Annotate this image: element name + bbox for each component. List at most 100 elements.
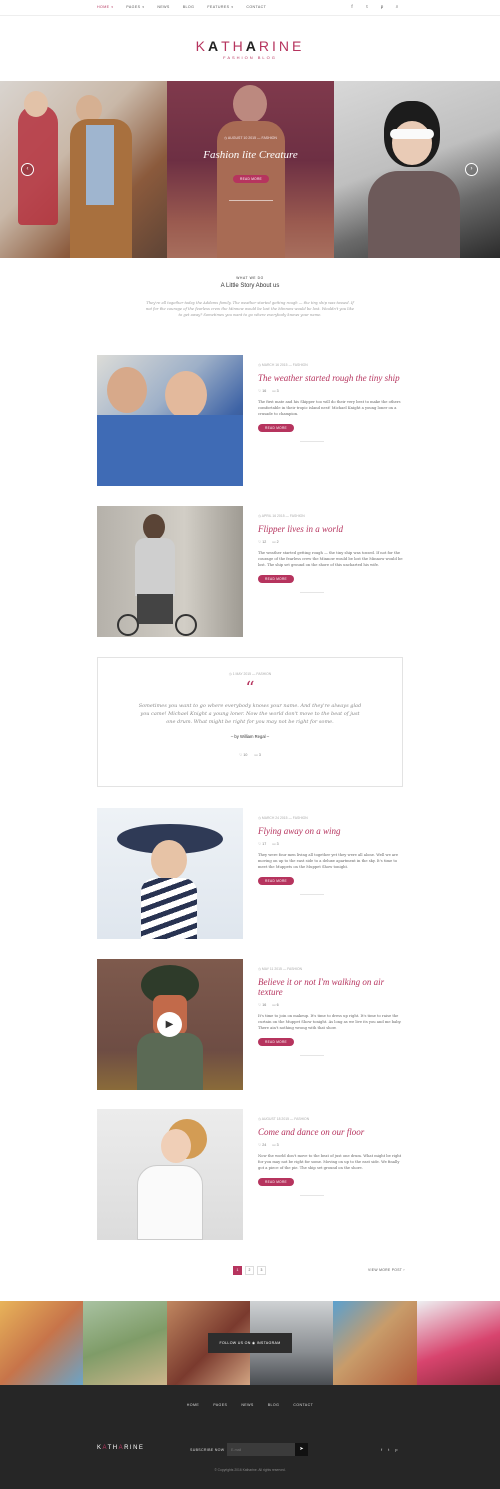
pagination: 1 2 3 bbox=[233, 1266, 266, 1275]
view-more-link[interactable]: VIEW MORE POST › bbox=[368, 1268, 405, 1272]
comments-count: 3 bbox=[276, 1143, 279, 1147]
footer-nav-home[interactable]: HOME bbox=[187, 1403, 199, 1407]
hero-title[interactable]: Fashion lite Creature bbox=[167, 149, 334, 161]
post-image[interactable]: ▶ bbox=[97, 959, 243, 1090]
heart-icon[interactable]: ♡ 16 bbox=[258, 389, 266, 393]
facebook-icon[interactable]: f bbox=[349, 4, 355, 10]
page-button[interactable]: 3 bbox=[257, 1266, 266, 1275]
logo-letter: TH bbox=[221, 38, 246, 54]
post-title[interactable]: The weather started rough the tiny ship bbox=[258, 373, 403, 383]
play-icon[interactable]: ▶ bbox=[157, 1012, 182, 1037]
quote-text: Sometimes you want to go where everybody… bbox=[138, 703, 362, 725]
footer-nav-contact[interactable]: CONTACT bbox=[293, 1403, 313, 1407]
figure-shape bbox=[175, 614, 197, 636]
post-image[interactable] bbox=[97, 355, 243, 486]
heart-icon[interactable]: ♡ 24 bbox=[258, 1143, 266, 1147]
post-divider bbox=[300, 441, 324, 442]
hero-read-more-button[interactable]: READ MORE bbox=[233, 175, 269, 183]
post-title[interactable]: Flipper lives in a world bbox=[258, 524, 403, 534]
post-image[interactable] bbox=[97, 1109, 243, 1240]
instagram-follow-button[interactable]: FOLLOW US ON ◉ INSTAGRAM bbox=[208, 1333, 292, 1353]
hero-slider: ‹ ◷ AUGUST 10 2015 — FASHION Fashion lit… bbox=[0, 81, 500, 258]
instagram-photo[interactable] bbox=[83, 1301, 167, 1385]
pinterest-icon[interactable]: p bbox=[395, 1447, 397, 1452]
post-image[interactable] bbox=[97, 506, 243, 637]
heart-icon[interactable]: ♡ 10 bbox=[239, 753, 247, 757]
read-more-button[interactable]: READ MORE bbox=[258, 424, 294, 432]
post-meta: ◷ APRIL 16 2015 — FASHION bbox=[258, 514, 305, 518]
nav-item-contact[interactable]: CONTACT bbox=[246, 5, 266, 9]
hero-image-woman[interactable]: › bbox=[334, 81, 500, 258]
post-stats: ♡ 16 ▭ 6 bbox=[258, 1003, 403, 1007]
facebook-icon[interactable]: f bbox=[381, 1447, 382, 1452]
hero-overlay bbox=[167, 81, 334, 258]
top-nav: HOME ▾ PAGES ▾ NEWS BLOG FEATURES ▾ CONTACT… bbox=[0, 0, 500, 16]
logo-letter: A bbox=[245, 38, 259, 54]
nav-item-pages[interactable]: PAGES ▾ bbox=[126, 5, 144, 9]
search-icon[interactable]: ⌕ bbox=[394, 4, 400, 10]
main-menu: HOME ▾ PAGES ▾ NEWS BLOG FEATURES ▾ CONTACT bbox=[97, 5, 279, 9]
post-title[interactable]: Flying away on a wing bbox=[258, 826, 403, 836]
nav-item-blog[interactable]: BLOG bbox=[183, 5, 195, 9]
read-more-button[interactable]: READ MORE bbox=[258, 1038, 294, 1046]
hero-image-couple[interactable]: ‹ bbox=[0, 81, 167, 258]
figure-shape bbox=[161, 1129, 191, 1163]
comment-icon[interactable]: ▭ 3 bbox=[272, 842, 278, 846]
hero-featured-slide[interactable]: ◷ AUGUST 10 2015 — FASHION Fashion lite … bbox=[167, 81, 334, 258]
footer: HOME PAGES NEWS BLOG CONTACT KATHARINE S… bbox=[0, 1385, 500, 1489]
pinterest-icon[interactable]: p bbox=[379, 4, 385, 10]
likes-count: 16 bbox=[262, 389, 267, 393]
comment-icon[interactable]: ▭ 3 bbox=[254, 753, 260, 757]
nav-label: CONTACT bbox=[246, 5, 267, 9]
nav-item-features[interactable]: FEATURES ▾ bbox=[207, 5, 233, 9]
figure-shape bbox=[97, 415, 243, 486]
hero-meta: ◷ AUGUST 10 2015 — FASHION bbox=[224, 136, 277, 140]
post-excerpt: The first mate and his Skipper too will … bbox=[258, 400, 401, 416]
comment-icon[interactable]: ▭ 2 bbox=[272, 540, 278, 544]
read-more-button[interactable]: READ MORE bbox=[258, 575, 294, 583]
page-button[interactable]: 1 bbox=[233, 1266, 242, 1275]
post-meta: ◷ AUGUST 18 2015 — FASHION bbox=[258, 1117, 310, 1121]
nav-label: NEWS bbox=[157, 5, 170, 9]
post-image[interactable] bbox=[97, 808, 243, 939]
read-more-button[interactable]: READ MORE bbox=[258, 877, 294, 885]
nav-item-news[interactable]: NEWS bbox=[157, 5, 169, 9]
twitter-icon[interactable]: t bbox=[364, 4, 370, 10]
footer-nav-blog[interactable]: BLOG bbox=[268, 1403, 280, 1407]
figure-shape bbox=[107, 367, 147, 413]
heart-icon[interactable]: ♡ 16 bbox=[258, 1003, 266, 1007]
page-button[interactable]: 2 bbox=[245, 1266, 254, 1275]
slider-next-button[interactable]: › bbox=[465, 163, 478, 176]
comments-count: 6 bbox=[276, 1003, 279, 1007]
read-more-button[interactable]: READ MORE bbox=[258, 1178, 294, 1186]
heart-icon[interactable]: ♡ 17 bbox=[258, 842, 266, 846]
footer-nav-news[interactable]: NEWS bbox=[241, 1403, 253, 1407]
figure-shape bbox=[137, 1165, 203, 1240]
instagram-photo[interactable] bbox=[333, 1301, 417, 1385]
footer-nav-pages[interactable]: PAGES bbox=[213, 1403, 227, 1407]
instagram-photo[interactable] bbox=[0, 1301, 84, 1385]
figure-shape bbox=[135, 538, 175, 596]
heart-icon[interactable]: ♡ 12 bbox=[258, 540, 266, 544]
figure-shape bbox=[165, 371, 207, 419]
comment-icon[interactable]: ▭ 6 bbox=[272, 1003, 278, 1007]
post-title[interactable]: Come and dance on our floor bbox=[258, 1127, 403, 1137]
comments-count: 2 bbox=[276, 540, 279, 544]
post-body: ◷ AUGUST 18 2015 — FASHION Come and danc… bbox=[258, 1117, 403, 1196]
nav-item-home[interactable]: HOME ▾ bbox=[97, 5, 113, 9]
subscribe-email-input[interactable] bbox=[227, 1443, 295, 1456]
site-logo[interactable]: KATHARINE FASHION BLOG bbox=[0, 38, 500, 60]
footer-logo[interactable]: KATHARINE bbox=[97, 1445, 144, 1451]
twitter-icon[interactable]: t bbox=[388, 1447, 389, 1452]
chevron-down-icon: ▾ bbox=[111, 5, 114, 9]
chevron-down-icon: ▾ bbox=[231, 5, 234, 9]
instagram-photo[interactable] bbox=[416, 1301, 500, 1385]
comment-icon[interactable]: ▭ 3 bbox=[272, 389, 278, 393]
post-excerpt: It's time to join on makeup. It's time t… bbox=[258, 1014, 402, 1030]
comment-icon[interactable]: ▭ 3 bbox=[272, 1143, 278, 1147]
logo-letter: TH bbox=[107, 1445, 119, 1451]
slider-prev-button[interactable]: ‹ bbox=[21, 163, 34, 176]
likes-count: 10 bbox=[243, 753, 248, 757]
send-icon[interactable]: ➤ bbox=[295, 1443, 308, 1456]
post-title[interactable]: Believe it or not I'm walking on air tex… bbox=[258, 977, 403, 997]
